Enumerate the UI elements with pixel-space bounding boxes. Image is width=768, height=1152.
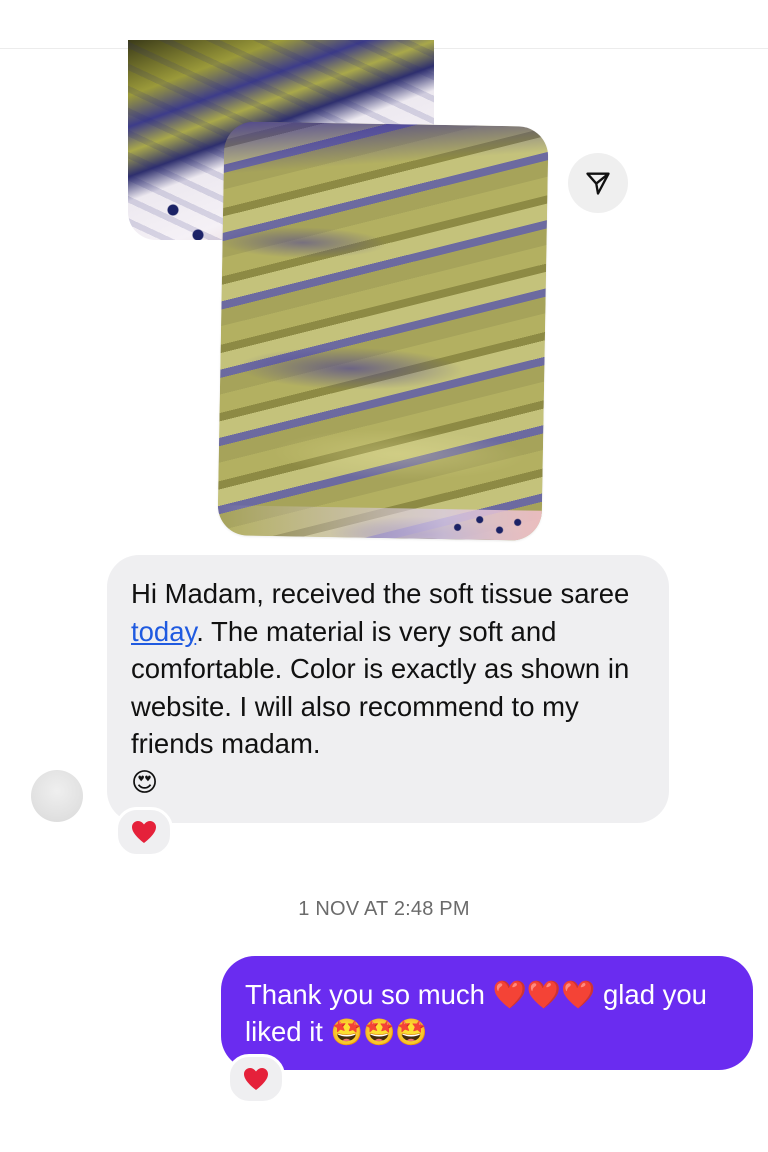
saree-photo-front[interactable] bbox=[217, 121, 549, 541]
share-button[interactable] bbox=[568, 153, 628, 213]
share-paper-plane-icon bbox=[586, 172, 610, 195]
incoming-message-bubble[interactable]: Hi Madam, received the soft tissue saree… bbox=[107, 555, 669, 823]
heart-reaction[interactable] bbox=[115, 807, 173, 857]
heart-icon bbox=[132, 821, 156, 843]
contact-avatar[interactable] bbox=[31, 770, 83, 822]
red-heart-emojis: ❤️❤️❤️ bbox=[492, 979, 596, 1010]
heart-icon bbox=[244, 1068, 268, 1090]
heart-eyes-emoji: 😍 bbox=[131, 767, 159, 798]
outgoing-message-bubble[interactable]: Thank you so much ❤️❤️❤️ glad you liked … bbox=[221, 956, 753, 1070]
star-struck-emojis: 🤩🤩🤩 bbox=[330, 1018, 428, 1048]
heart-reaction[interactable] bbox=[227, 1054, 285, 1104]
message-text: Thank you so much bbox=[245, 979, 485, 1010]
message-text: Hi Madam, received the soft tissue saree bbox=[131, 578, 630, 609]
message-text-continued: . The material is very soft and comforta… bbox=[131, 615, 630, 760]
date-link[interactable]: today bbox=[131, 616, 196, 647]
message-timestamp: 1 NOV AT 2:48 PM bbox=[298, 898, 470, 920]
